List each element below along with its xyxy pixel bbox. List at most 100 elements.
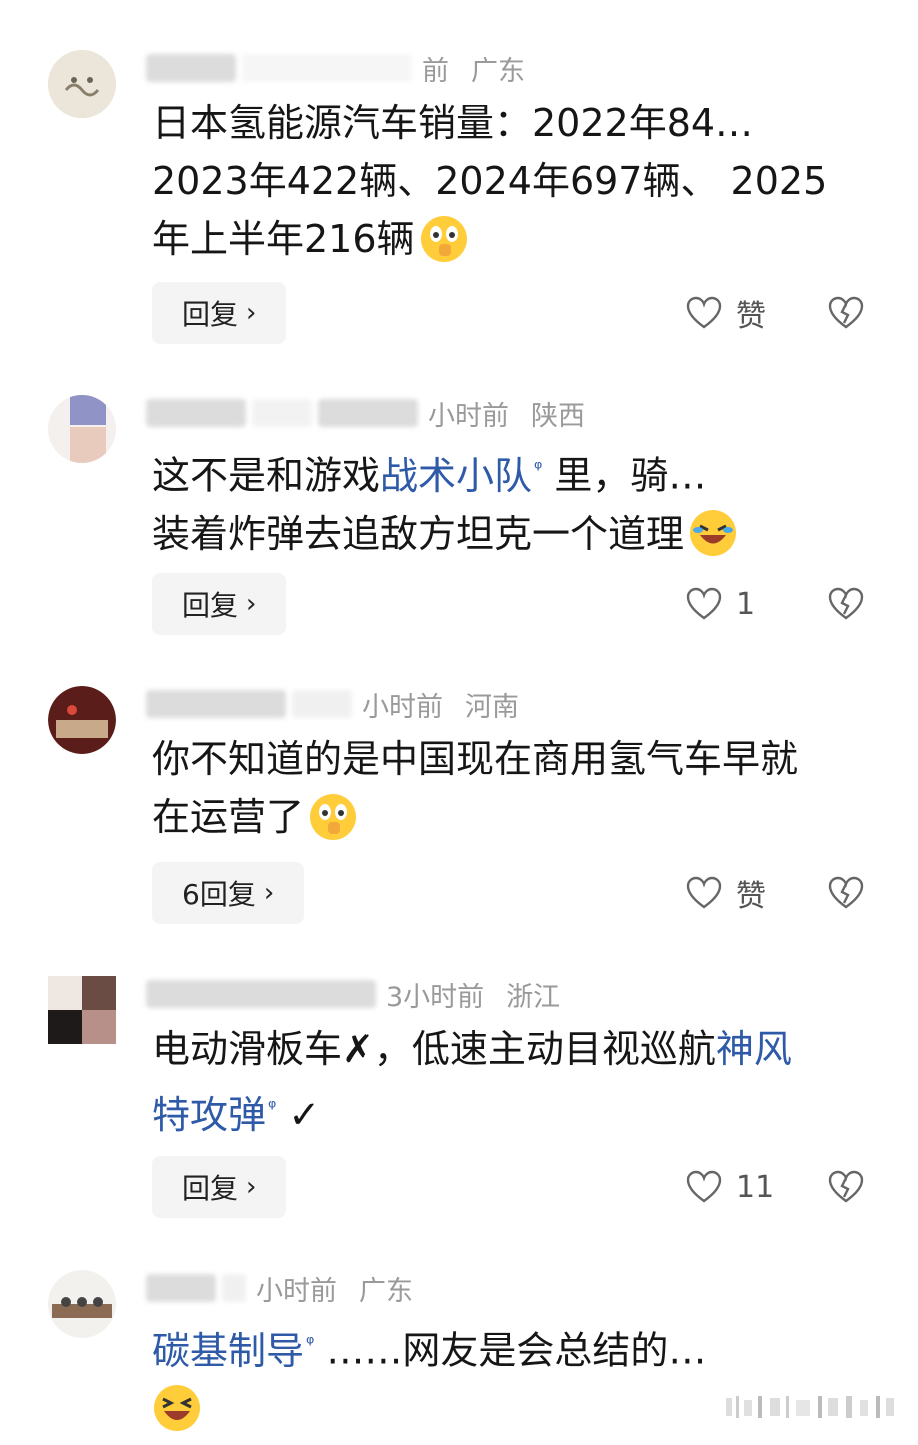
- broken-heart-icon[interactable]: [828, 587, 864, 621]
- like-button[interactable]: 11: [686, 1170, 776, 1205]
- comment-line-text: 这不是和游戏: [152, 453, 381, 498]
- thinking-face-emoji-icon: [310, 793, 357, 840]
- heart-icon: [686, 587, 722, 621]
- chevron-right-icon: ›: [263, 878, 275, 908]
- keyword-text: 碳基制导: [152, 1328, 305, 1373]
- comment-line-text: 电动滑板车: [152, 1027, 343, 1071]
- avatar[interactable]: [48, 50, 116, 118]
- comment-line-text: 在运营了: [152, 795, 305, 839]
- avatar-image: [48, 395, 116, 463]
- like-label: 赞: [736, 879, 766, 914]
- comment-line-text: 里，骑…: [542, 453, 707, 498]
- cross-mark: ✗: [342, 1027, 374, 1071]
- comment-location: 陕西: [531, 400, 585, 432]
- comment-line-text: 装着炸弹去追敌方坦克一个道理: [152, 511, 685, 556]
- comment-line: 在运营了: [152, 788, 872, 846]
- comment-time: 3小时前: [386, 981, 485, 1013]
- comment-line-text: ，低速主动目视巡航: [373, 1027, 716, 1071]
- keyword-text: 神风: [715, 1027, 792, 1071]
- like-button[interactable]: 赞: [686, 871, 776, 915]
- comment-meta: 小时前 河南: [146, 686, 519, 723]
- comment-time: 小时前: [256, 1275, 337, 1307]
- broken-heart-icon[interactable]: [828, 1170, 864, 1204]
- reply-button[interactable]: 回复 ›: [152, 1156, 287, 1218]
- reply-button[interactable]: 6回复 ›: [152, 862, 305, 924]
- username-redacted: [252, 399, 312, 427]
- comments-screen: { "comments": [ { "time": "前", "location…: [0, 0, 918, 1445]
- comment-meta: 3小时前 浙江: [146, 976, 561, 1013]
- comment-meta: 小时前 陕西: [146, 395, 585, 432]
- username-redacted: [318, 399, 418, 427]
- comment-line: 日本氢能源汽车销量：2022年84…: [152, 101, 754, 145]
- comment-actions: 赞: [686, 862, 864, 924]
- comment-time: 小时前: [428, 400, 509, 432]
- thinking-face-emoji-icon: [420, 215, 467, 262]
- comment-actions: 1: [686, 573, 864, 635]
- comment-line: 碳基制导 ᵠ ……网友是会总结的…: [152, 1314, 872, 1380]
- avatar[interactable]: [48, 686, 116, 754]
- comment-location: 广东: [471, 55, 525, 87]
- comment-line: 2023年422辆、2024年697辆、 2025: [152, 159, 828, 203]
- comment-line: 这不是和游戏战术小队 ᵠ 里，骑…: [152, 439, 872, 505]
- username-redacted[interactable]: [146, 980, 376, 1008]
- avatar[interactable]: [48, 395, 116, 463]
- broken-heart-icon[interactable]: [828, 876, 864, 910]
- heart-icon: [686, 296, 722, 330]
- check-mark: ✓: [276, 1092, 321, 1137]
- watermark-barcode: [726, 1396, 894, 1418]
- comment-line: 你不知道的是中国现在商用氢气车早就: [152, 737, 799, 781]
- broken-heart-icon[interactable]: [828, 296, 864, 330]
- like-button[interactable]: 赞: [686, 291, 776, 335]
- comment-location: 河南: [465, 691, 519, 723]
- reply-button[interactable]: 回复 ›: [152, 282, 287, 344]
- like-count: 11: [736, 1169, 775, 1205]
- comment-text: 这不是和游戏战术小队 ᵠ 里，骑… 装着炸弹去追敌方坦克一个道理: [152, 439, 872, 563]
- comment-line: 年上半年216辆: [152, 210, 872, 268]
- like-label: 赞: [736, 299, 766, 334]
- comment-text: 日本氢能源汽车销量：2022年84… 2023年422辆、2024年697辆、 …: [152, 94, 872, 268]
- avatar[interactable]: [48, 1270, 116, 1338]
- username-redacted: [292, 690, 352, 718]
- like-count: 1: [736, 586, 756, 622]
- comment-text: 你不知道的是中国现在商用氢气车早就 在运营了: [152, 730, 872, 846]
- username-redacted[interactable]: [146, 399, 246, 427]
- username-redacted[interactable]: [146, 54, 236, 82]
- comment-line-text: ……网友是会总结的…: [314, 1328, 707, 1373]
- avatar-image: [48, 1270, 116, 1338]
- reply-label: 回复: [182, 298, 239, 331]
- comment-text: 电动滑板车✗，低速主动目视巡航神风 特攻弹 ᵠ ✓: [152, 1020, 872, 1144]
- comment-line: 电动滑板车✗，低速主动目视巡航神风: [152, 1020, 872, 1078]
- avatar-image: [48, 976, 116, 1044]
- search-keyword-link[interactable]: 神风: [716, 1027, 792, 1071]
- keyword-text: 战术小队: [380, 453, 533, 498]
- comment-actions: 11: [686, 1156, 864, 1218]
- rolling-laughing-emoji-icon: [690, 510, 737, 557]
- comment-location: 浙江: [506, 981, 561, 1013]
- comment-line: 特攻弹 ᵠ ✓: [152, 1078, 872, 1144]
- comment-line: 装着炸弹去追敌方坦克一个道理: [152, 505, 872, 563]
- reply-label: 回复: [182, 589, 239, 622]
- avatar-image: [48, 50, 116, 118]
- avatar-image: [48, 686, 116, 754]
- search-keyword-link[interactable]: 战术小队 ᵠ: [380, 454, 542, 498]
- avatar[interactable]: [48, 976, 116, 1044]
- chevron-right-icon: ›: [246, 298, 257, 328]
- comment-time: 前: [422, 55, 449, 87]
- reply-label: 6回复: [182, 878, 256, 911]
- chevron-right-icon: ›: [246, 589, 257, 619]
- search-keyword-link[interactable]: 碳基制导 ᵠ: [152, 1329, 314, 1373]
- username-redacted[interactable]: [146, 1274, 216, 1302]
- comment-actions: 赞: [686, 282, 864, 344]
- reply-label: 回复: [182, 1172, 239, 1205]
- heart-icon: [686, 876, 722, 910]
- comment-time: 小时前: [362, 691, 443, 723]
- search-keyword-link[interactable]: 特攻弹 ᵠ: [152, 1093, 276, 1137]
- username-redacted[interactable]: [146, 690, 286, 718]
- comment-line-text: 年上半年216辆: [152, 217, 415, 261]
- like-button[interactable]: 1: [686, 587, 776, 622]
- comment-meta: 前 广东: [146, 50, 525, 87]
- comment-location: 广东: [359, 1275, 413, 1307]
- reply-button[interactable]: 回复 ›: [152, 573, 287, 635]
- username-redacted: [242, 54, 412, 82]
- keyword-text: 特攻弹: [152, 1092, 267, 1137]
